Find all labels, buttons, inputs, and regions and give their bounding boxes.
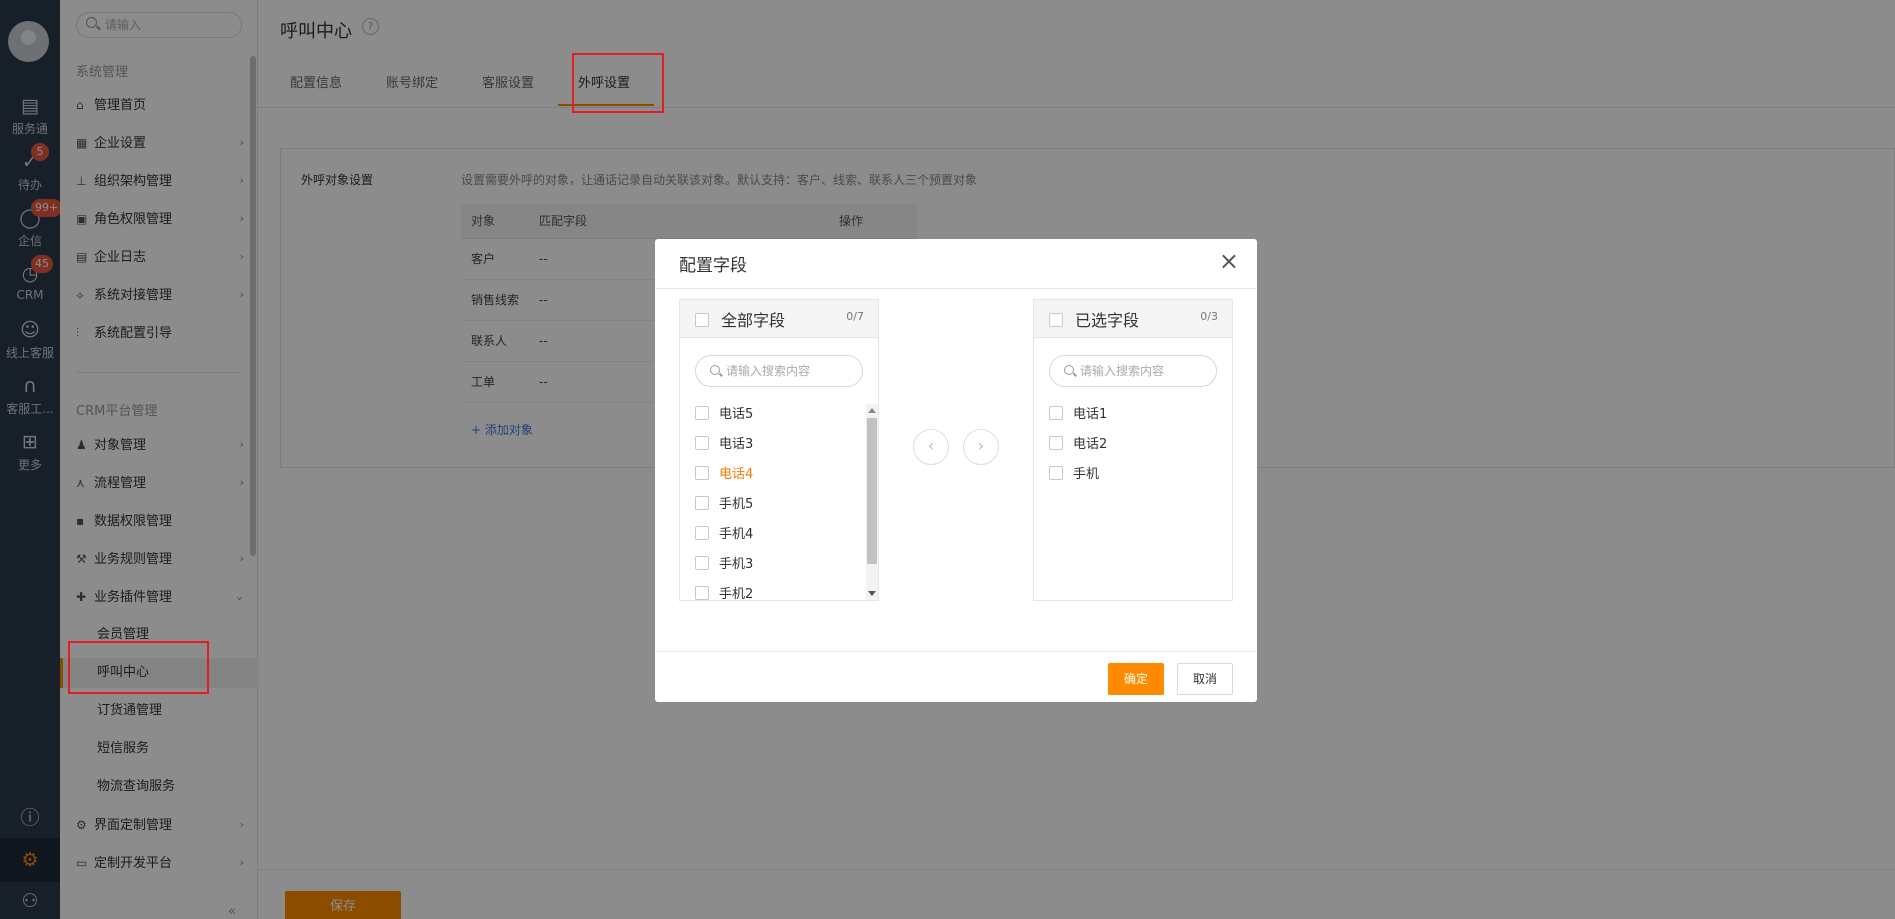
move-right-button[interactable]: ›: [963, 429, 999, 465]
all-fields-panel: 全部字段 0/7 请输入搜索内容 电话5 电话3 电话4 手机5 手机4 手机3…: [679, 299, 879, 601]
panel-header: 已选字段 0/3: [1034, 300, 1232, 338]
selection-count: 0/3: [1200, 310, 1218, 323]
item-label: 手机: [1073, 467, 1100, 482]
selected-fields-panel: 已选字段 0/3 请输入搜索内容 电话1 电话2 手机: [1033, 299, 1233, 601]
cancel-button[interactable]: 取消: [1177, 663, 1233, 695]
scroll-down-icon[interactable]: [868, 591, 876, 596]
search-placeholder: 请输入搜索内容: [1080, 364, 1165, 378]
scroll-up-icon[interactable]: [868, 408, 876, 413]
item-label: 手机4: [719, 527, 754, 542]
item-label: 手机5: [719, 497, 754, 512]
divider: [655, 288, 1257, 289]
dialog-title: 配置字段: [679, 256, 747, 276]
item-checkbox[interactable]: [695, 586, 709, 600]
all-fields-list: 电话5 电话3 电话4 手机5 手机4 手机3 手机2: [680, 400, 878, 600]
panel-title: 全部字段: [721, 311, 786, 330]
scroll-thumb[interactable]: [867, 418, 877, 564]
item-label: 电话5: [719, 407, 754, 422]
selection-count: 0/7: [846, 310, 864, 323]
item-label: 电话4: [719, 467, 754, 482]
selected-fields-list: 电话1 电话2 手机: [1034, 400, 1232, 600]
item-label: 电话1: [1073, 407, 1108, 422]
chevron-right-icon: ›: [977, 436, 985, 455]
item-checkbox[interactable]: [695, 526, 709, 540]
search-placeholder: 请输入搜索内容: [726, 364, 811, 378]
selected-fields-search-input[interactable]: 请输入搜索内容: [1049, 355, 1217, 387]
item-label: 电话3: [719, 437, 754, 452]
select-all-checkbox[interactable]: [695, 313, 709, 327]
item-label: 手机2: [719, 587, 754, 600]
move-left-button[interactable]: ‹: [913, 429, 949, 465]
item-checkbox[interactable]: [1049, 406, 1063, 420]
annotation-box-tab: [572, 53, 664, 113]
item-checkbox[interactable]: [1049, 466, 1063, 480]
item-label: 电话2: [1073, 437, 1108, 452]
config-fields-dialog: 配置字段 × 全部字段 0/7 请输入搜索内容 电话5 电话3 电话4 手机5 …: [655, 239, 1257, 702]
panel-title: 已选字段: [1075, 311, 1140, 330]
confirm-button[interactable]: 确定: [1108, 663, 1164, 695]
item-checkbox[interactable]: [695, 436, 709, 450]
item-label: 手机3: [719, 557, 754, 572]
select-all-checkbox[interactable]: [1049, 313, 1063, 327]
item-checkbox[interactable]: [695, 556, 709, 570]
list-scrollbar[interactable]: [866, 404, 878, 600]
item-checkbox[interactable]: [695, 406, 709, 420]
item-checkbox[interactable]: [695, 496, 709, 510]
panel-header: 全部字段 0/7: [680, 300, 878, 338]
search-icon: [710, 365, 720, 375]
divider: [655, 651, 1257, 652]
all-fields-search-input[interactable]: 请输入搜索内容: [695, 355, 863, 387]
item-checkbox[interactable]: [1049, 436, 1063, 450]
search-icon: [1064, 365, 1074, 375]
chevron-left-icon: ‹: [927, 436, 935, 455]
annotation-box-sidebar: [68, 641, 209, 694]
item-checkbox[interactable]: [695, 466, 709, 480]
close-icon[interactable]: ×: [1219, 249, 1239, 273]
